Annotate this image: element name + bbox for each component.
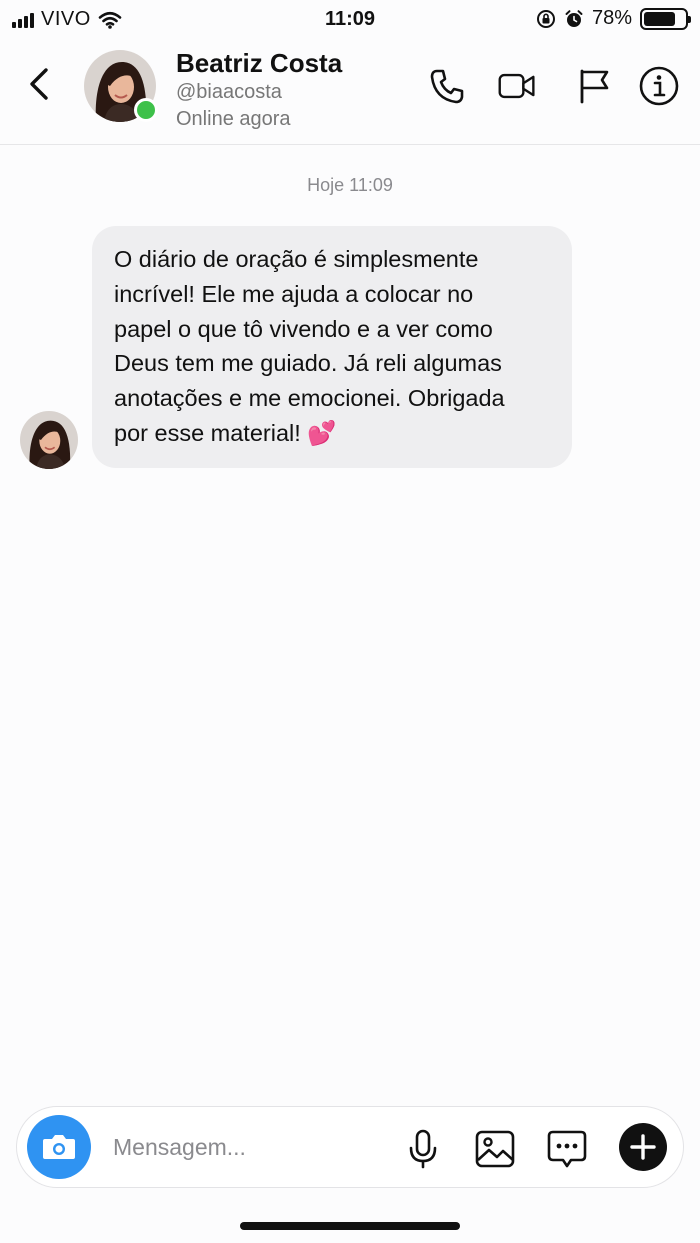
message-composer (16, 1106, 684, 1188)
battery-fill (644, 11, 675, 26)
battery-percent: 78% (591, 7, 632, 29)
camera-icon (43, 1135, 75, 1159)
orientation-lock-icon (536, 9, 555, 28)
message-input[interactable] (113, 1129, 393, 1165)
microphone-icon[interactable] (401, 1127, 445, 1171)
phone-icon[interactable] (427, 66, 467, 106)
message-timestamp: Hoje 11:09 (307, 175, 393, 195)
video-icon[interactable] (497, 66, 537, 106)
message-avatar[interactable] (20, 411, 78, 469)
status-bar: VIVO 11:09 78% (0, 0, 700, 38)
gallery-icon[interactable] (473, 1127, 517, 1171)
battery-icon (640, 7, 691, 30)
contact-status: Online agora (176, 108, 291, 130)
back-icon[interactable] (22, 64, 58, 104)
message-bubble[interactable]: O diário de oração é simplesmente incrív… (92, 226, 572, 468)
sticker-icon[interactable] (545, 1127, 589, 1171)
info-icon[interactable] (638, 65, 680, 107)
avatar-photo (20, 411, 78, 469)
camera-button[interactable] (27, 1115, 91, 1179)
plus-icon (630, 1134, 656, 1160)
online-indicator (134, 98, 158, 122)
contact-handle: @biaacosta (176, 81, 282, 103)
alarm-icon (565, 9, 583, 27)
status-right: 78% (536, 7, 691, 30)
home-indicator[interactable] (240, 1222, 460, 1230)
add-button[interactable] (619, 1123, 667, 1171)
flag-icon[interactable] (575, 66, 615, 106)
contact-name[interactable]: Beatriz Costa (176, 48, 342, 79)
chat-header: Beatriz Costa @biaacosta Online agora (0, 38, 700, 145)
